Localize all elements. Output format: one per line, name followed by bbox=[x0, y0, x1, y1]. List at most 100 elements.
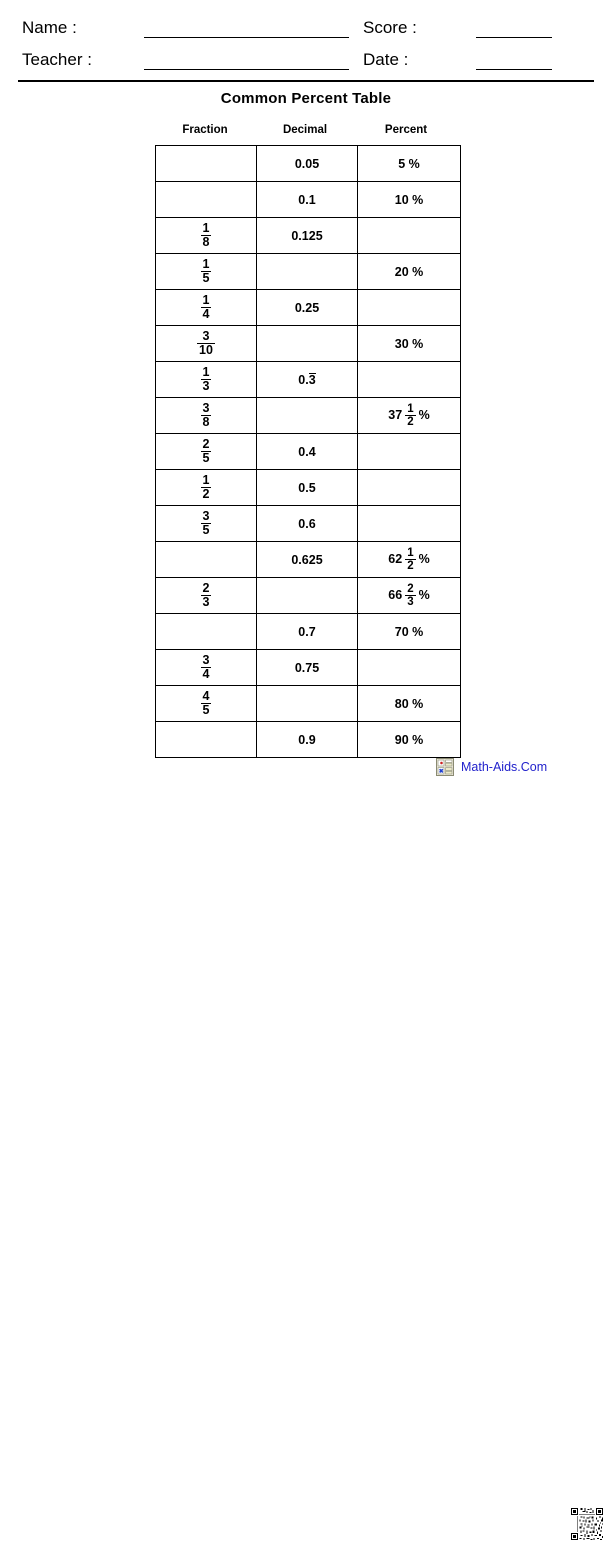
date-blank-field[interactable] bbox=[476, 52, 552, 70]
table-row: 2 5 0.4 bbox=[155, 433, 461, 470]
stacked-fraction: 23 bbox=[200, 581, 212, 609]
fraction-numerator: 1 bbox=[200, 220, 212, 236]
cell-fraction[interactable]: 34 bbox=[155, 649, 257, 686]
cell-decimal[interactable]: 0.75 bbox=[256, 649, 358, 686]
cell-fraction[interactable]: 23 bbox=[155, 577, 257, 614]
cell-fraction[interactable]: 38 bbox=[155, 397, 257, 434]
cell-percent[interactable] bbox=[357, 433, 461, 470]
cell-percent[interactable]: 5 % bbox=[357, 145, 461, 182]
table-row: 0.625 62 1 2% bbox=[155, 541, 461, 578]
cell-percent[interactable]: 66 2 3% bbox=[357, 577, 461, 614]
fraction-denominator: 2 bbox=[202, 487, 210, 501]
fraction-numerator: 3 bbox=[200, 400, 212, 416]
cell-fraction[interactable]: 13 bbox=[155, 361, 257, 398]
cell-decimal[interactable]: 0.5 bbox=[256, 469, 358, 506]
page-title: Common Percent Table bbox=[220, 90, 392, 107]
stacked-fraction: 13 bbox=[200, 365, 212, 393]
table-row: 2 3 66 2 3% bbox=[155, 577, 461, 614]
stacked-fraction: 15 bbox=[200, 256, 212, 285]
date-label: Date : bbox=[363, 50, 409, 69]
mixed-number-percent: 62 1 2% bbox=[388, 547, 429, 572]
percent-symbol: % bbox=[418, 552, 430, 567]
brand-text: Math-Aids.Com bbox=[461, 760, 548, 774]
fraction-denominator: 5 bbox=[202, 271, 210, 285]
fraction-numerator: 1 bbox=[200, 256, 212, 272]
cell-fraction[interactable]: 15 bbox=[155, 253, 257, 290]
cell-fraction[interactable] bbox=[155, 181, 257, 218]
cell-decimal[interactable] bbox=[256, 325, 358, 362]
table-row: 1 2 0.5 bbox=[155, 469, 461, 506]
cell-fraction[interactable]: 3 10 bbox=[155, 325, 257, 362]
brand-link[interactable]: Math-Aids.Com bbox=[436, 758, 547, 776]
cell-fraction[interactable] bbox=[155, 613, 257, 650]
fraction-numerator: 3 bbox=[197, 329, 215, 344]
table-row: 0.7 70 % bbox=[155, 613, 461, 650]
stacked-fraction: 35 bbox=[200, 509, 212, 537]
fraction-denominator: 3 bbox=[202, 379, 210, 393]
cell-percent[interactable]: 80 % bbox=[357, 685, 461, 722]
common-percent-table: 0.05 5 % 0.1 10 % 1 8 0.125 1 5 20 % 1 4 0.25 3 10 30 %… bbox=[155, 145, 461, 758]
fraction-denominator: 3 bbox=[202, 595, 210, 609]
cell-decimal[interactable]: 0.6 bbox=[256, 505, 358, 542]
cell-percent[interactable]: 62 1 2% bbox=[357, 541, 461, 578]
cell-decimal[interactable] bbox=[256, 685, 358, 722]
column-header-fraction: Fraction bbox=[182, 124, 228, 136]
fraction-denominator: 2 bbox=[407, 560, 414, 572]
mixed-whole-part: 37 bbox=[388, 408, 403, 423]
fraction-numerator: 2 bbox=[200, 436, 212, 452]
cell-decimal[interactable] bbox=[256, 577, 358, 614]
cell-percent[interactable]: 30 % bbox=[357, 325, 461, 362]
cell-fraction[interactable]: 14 bbox=[155, 289, 257, 326]
cell-decimal[interactable]: 0.4 bbox=[256, 433, 358, 470]
cell-percent[interactable] bbox=[357, 469, 461, 506]
fraction-denominator: 8 bbox=[202, 415, 210, 429]
cell-decimal[interactable] bbox=[256, 253, 358, 290]
cell-fraction[interactable]: 18 bbox=[155, 217, 257, 254]
cell-percent[interactable]: 37 1 2% bbox=[357, 397, 461, 434]
stacked-fraction: 12 bbox=[405, 547, 416, 572]
repeating-decimal: 0.3 bbox=[298, 372, 316, 387]
cell-percent[interactable] bbox=[357, 289, 461, 326]
cell-decimal[interactable]: 0.625 bbox=[256, 541, 358, 578]
cell-fraction[interactable] bbox=[155, 541, 257, 578]
cell-decimal[interactable]: 0.05 bbox=[256, 145, 358, 182]
cell-fraction[interactable]: 45 bbox=[155, 685, 257, 722]
name-label: Name : bbox=[22, 18, 77, 37]
cell-percent[interactable] bbox=[357, 505, 461, 542]
cell-decimal[interactable]: 0.1 bbox=[256, 181, 358, 218]
cell-fraction[interactable]: 12 bbox=[155, 469, 257, 506]
fraction-numerator: 4 bbox=[200, 688, 212, 704]
cell-fraction[interactable]: 25 bbox=[155, 433, 257, 470]
cell-fraction[interactable]: 35 bbox=[155, 505, 257, 542]
table-row: 1 3 0.3 bbox=[155, 361, 461, 398]
table-row: 3 4 0.75 bbox=[155, 649, 461, 686]
repeating-digit-overbar: 3 bbox=[308, 372, 316, 387]
score-blank-field[interactable] bbox=[476, 20, 552, 38]
name-blank-field[interactable] bbox=[144, 20, 349, 38]
mixed-number-percent: 37 1 2% bbox=[388, 403, 429, 428]
cell-percent[interactable] bbox=[357, 217, 461, 254]
cell-percent[interactable]: 20 % bbox=[357, 253, 461, 290]
mixed-number-percent: 66 2 3% bbox=[388, 583, 429, 608]
cell-percent[interactable] bbox=[357, 649, 461, 686]
header-row-teacher-date: Teacher : Date : bbox=[22, 40, 590, 70]
cell-decimal[interactable]: 0.7 bbox=[256, 613, 358, 650]
cell-decimal[interactable]: 0.25 bbox=[256, 289, 358, 326]
table-row: 1 4 0.25 bbox=[155, 289, 461, 326]
table-row: 3 10 30 % bbox=[155, 325, 461, 362]
table-row: 1 5 20 % bbox=[155, 253, 461, 290]
cell-percent[interactable]: 70 % bbox=[357, 613, 461, 650]
table-row: 4 5 80 % bbox=[155, 685, 461, 722]
cell-percent[interactable] bbox=[357, 361, 461, 398]
cell-decimal[interactable]: 0.3 bbox=[256, 361, 358, 398]
fraction-numerator: 3 bbox=[200, 652, 212, 668]
teacher-label: Teacher : bbox=[22, 50, 92, 69]
cell-decimal[interactable]: 0.125 bbox=[256, 217, 358, 254]
stacked-fraction: 34 bbox=[200, 652, 212, 681]
teacher-blank-field[interactable] bbox=[144, 52, 349, 70]
mixed-whole-part: 62 bbox=[388, 552, 403, 567]
cell-decimal[interactable] bbox=[256, 397, 358, 434]
fraction-denominator: 8 bbox=[202, 235, 210, 249]
cell-percent[interactable]: 10 % bbox=[357, 181, 461, 218]
cell-fraction[interactable] bbox=[155, 145, 257, 182]
